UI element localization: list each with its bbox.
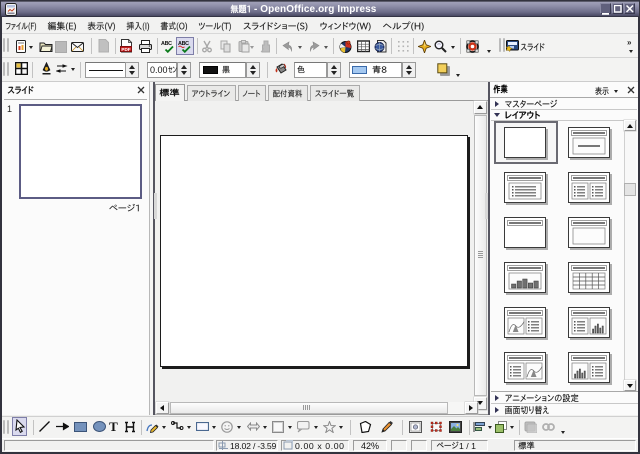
- svg-text:ABC: ABC: [161, 41, 172, 47]
- svg-text:PDF: PDF: [121, 47, 130, 52]
- svg-text:T: T: [109, 420, 118, 432]
